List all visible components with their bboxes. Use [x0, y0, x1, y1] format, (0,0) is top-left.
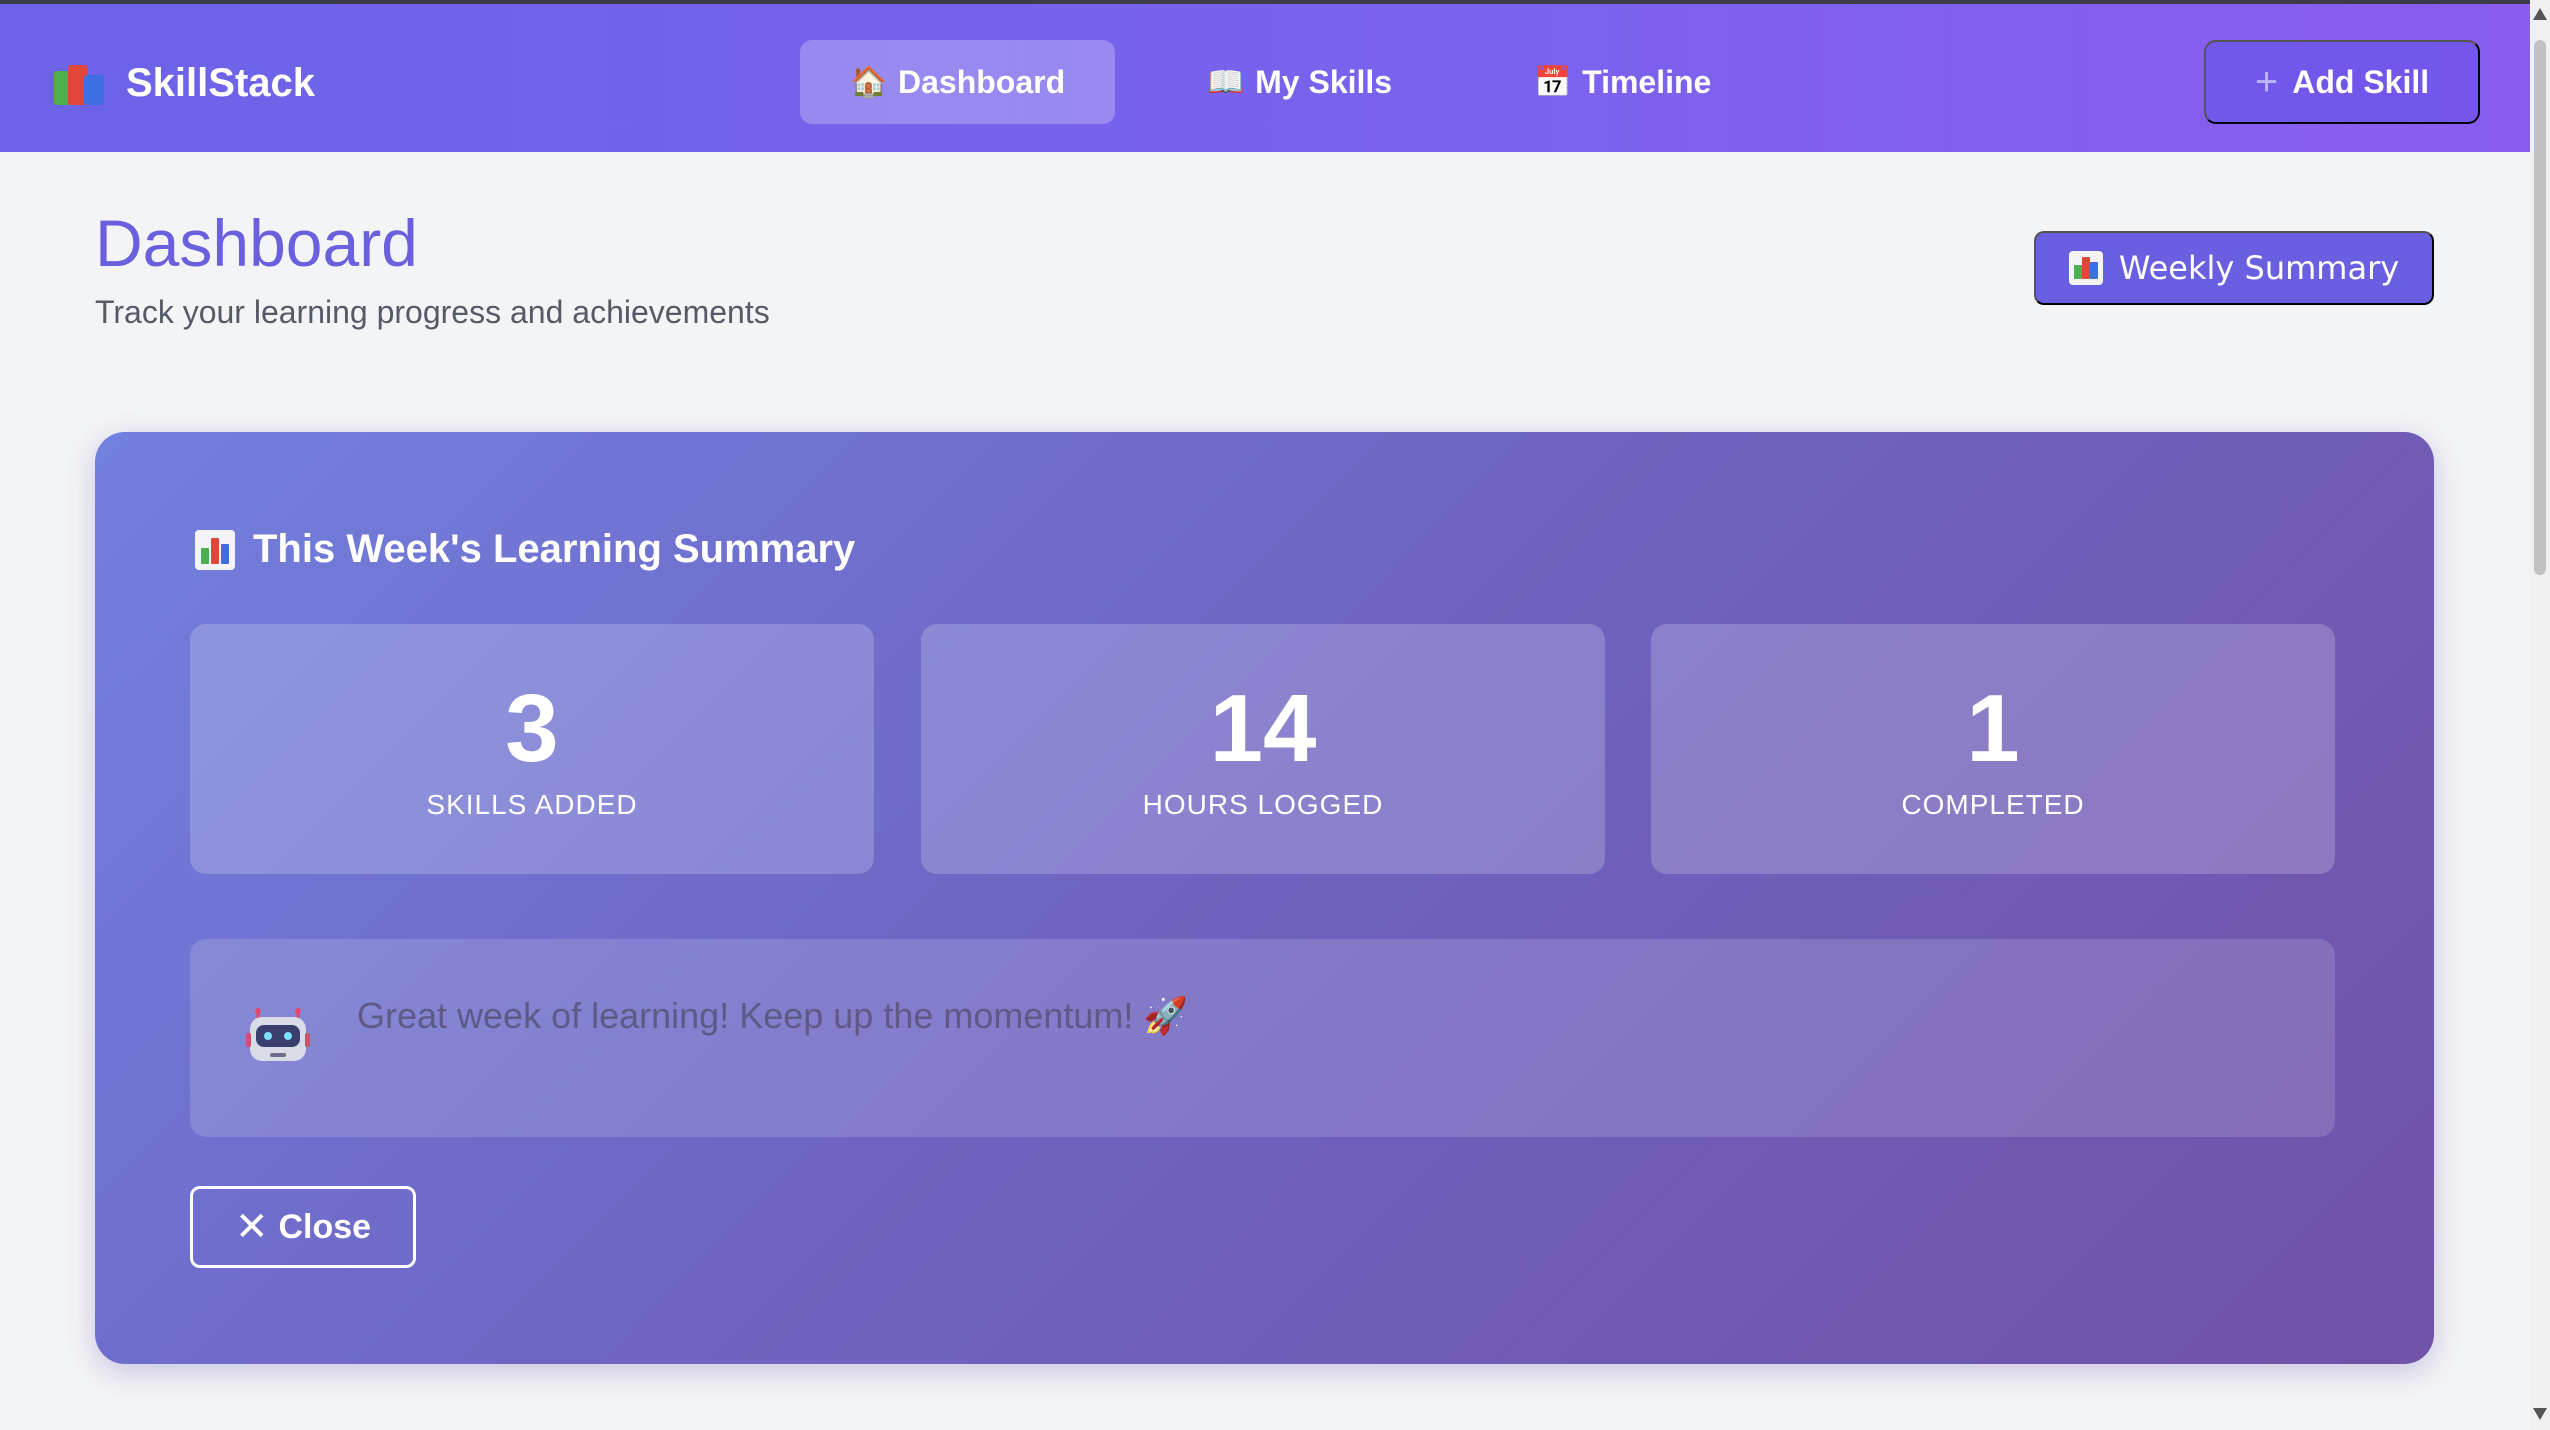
- stat-label: SKILLS ADDED: [426, 789, 638, 820]
- vertical-scrollbar[interactable]: [2530, 0, 2550, 1430]
- stat-value: 14: [1209, 675, 1317, 782]
- calendar-icon: 📅: [1534, 65, 1572, 99]
- close-icon: ✕: [234, 1205, 269, 1249]
- summary-heading: This Week's Learning Summary: [195, 527, 855, 572]
- bar-chart-icon: [2068, 251, 2103, 285]
- main-nav: 🏠 Dashboard 📖 My Skills 📅 Timeline: [800, 40, 1761, 124]
- nav-dashboard[interactable]: 🏠 Dashboard: [800, 40, 1116, 124]
- weekly-summary-card: This Week's Learning Summary 3 SKILLS AD…: [95, 432, 2434, 1364]
- scroll-up-icon[interactable]: [2533, 8, 2547, 20]
- book-icon: 📖: [1207, 65, 1245, 99]
- stat-label: COMPLETED: [1901, 789, 2085, 820]
- ai-message-text: Great week of learning! Keep up the mome…: [357, 995, 1189, 1036]
- stat-hours-logged: 14 HOURS LOGGED: [921, 624, 1605, 874]
- plus-icon: +: [2254, 59, 2279, 104]
- nav-my-skills[interactable]: 📖 My Skills: [1157, 40, 1442, 124]
- summary-heading-text: This Week's Learning Summary: [253, 527, 856, 571]
- add-skill-label: Add Skill: [2292, 63, 2430, 100]
- nav-timeline[interactable]: 📅 Timeline: [1484, 40, 1761, 124]
- nav-dashboard-label: Dashboard: [898, 63, 1066, 100]
- add-skill-button[interactable]: + Add Skill: [2204, 40, 2480, 124]
- stat-label: HOURS LOGGED: [1142, 789, 1384, 820]
- robot-icon: [246, 1008, 310, 1061]
- nav-my-skills-label: My Skills: [1255, 63, 1393, 100]
- scroll-down-icon[interactable]: [2533, 1408, 2547, 1420]
- stat-completed: 1 COMPLETED: [1651, 624, 2335, 874]
- page-title: Dashboard: [95, 206, 418, 280]
- nav-timeline-label: Timeline: [1582, 63, 1712, 100]
- books-icon: [54, 61, 106, 105]
- page-subtitle: Track your learning progress and achieve…: [95, 294, 770, 330]
- close-button[interactable]: ✕ Close: [190, 1186, 416, 1268]
- stat-value: 1: [1966, 675, 2020, 782]
- stat-value: 3: [505, 675, 559, 782]
- brand-name: SkillStack: [126, 60, 316, 105]
- scroll-thumb[interactable]: [2534, 40, 2546, 575]
- top-navbar: SkillStack 🏠 Dashboard 📖 My Skills 📅 Tim…: [0, 0, 2530, 152]
- home-icon: 🏠: [850, 65, 888, 99]
- stat-skills-added: 3 SKILLS ADDED: [190, 624, 874, 874]
- stats-row: 3 SKILLS ADDED 14 HOURS LOGGED 1 COMPLET…: [190, 624, 2335, 874]
- weekly-summary-button[interactable]: Weekly Summary: [2034, 231, 2434, 305]
- ai-message-box: Great week of learning! Keep up the mome…: [190, 939, 2335, 1137]
- brand-logo[interactable]: SkillStack: [54, 56, 315, 110]
- weekly-summary-label: Weekly Summary: [2118, 249, 2400, 287]
- bar-chart-icon: [195, 529, 235, 570]
- close-label: Close: [278, 1207, 372, 1246]
